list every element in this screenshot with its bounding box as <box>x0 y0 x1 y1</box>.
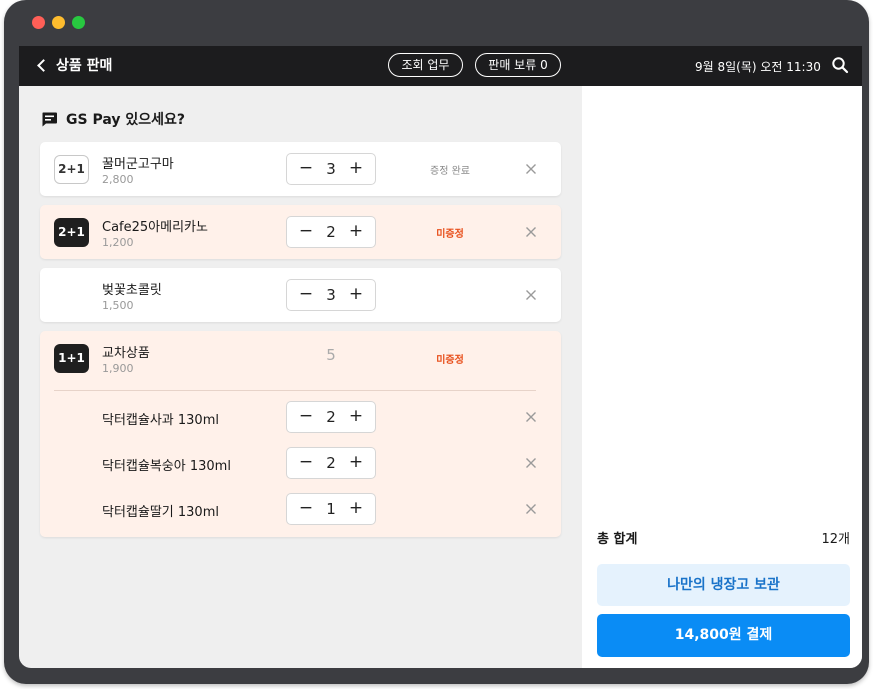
decrease-button[interactable]: − <box>293 280 319 310</box>
remove-item-button[interactable] <box>523 224 539 240</box>
increase-button[interactable]: + <box>343 494 369 524</box>
gift-status: 미증정 <box>436 229 464 240</box>
close-icon <box>526 412 536 422</box>
back-button[interactable]: 상품 판매 <box>35 55 112 75</box>
cart-item: 2+1 꿀머군고구마 2,800 − 3 + 증정 완료 <box>40 142 561 196</box>
product-name: 닥터캡슐사과 130ml <box>102 413 219 428</box>
remove-item-button[interactable] <box>523 287 539 303</box>
quantity-stepper: − 1 + <box>286 493 376 525</box>
quantity-stepper: − 2 + <box>286 401 376 433</box>
minimize-window-button[interactable] <box>52 16 65 29</box>
decrease-button[interactable]: − <box>293 402 319 432</box>
close-icon <box>526 504 536 514</box>
close-icon <box>526 164 536 174</box>
product-name: 닥터캡슐복숭아 130ml <box>102 459 231 474</box>
product-price: 1,500 <box>102 299 134 312</box>
promo-badge: 2+1 <box>54 218 89 247</box>
datetime: 9월 8일(목) 오전 11:30 <box>695 60 821 74</box>
increase-button[interactable]: + <box>343 402 369 432</box>
quantity-value: 2 <box>326 454 336 472</box>
gift-status: 미증정 <box>436 355 464 366</box>
product-name: 닥터캡슐딸기 130ml <box>102 505 219 520</box>
group-quantity: 5 <box>326 346 336 364</box>
decrease-button[interactable]: − <box>293 217 319 247</box>
window-controls <box>32 16 85 29</box>
promo-badge: 2+1 <box>54 155 89 184</box>
product-price: 1,900 <box>102 362 134 375</box>
quantity-stepper: − 2 + <box>286 216 376 248</box>
total-label: 총 합계 <box>597 532 638 547</box>
decrease-button[interactable]: − <box>293 154 319 184</box>
cart-item: 2+1 Cafe25아메리카노 1,200 − 2 + 미증정 <box>40 205 561 259</box>
sub-item: 닥터캡슐복숭아 130ml − 2 + <box>40 440 561 486</box>
gs-pay-text: GS Pay 있으세요? <box>66 112 185 128</box>
cart-list: GS Pay 있으세요? 2+1 꿀머군고구마 2,800 − 3 + 증정 완… <box>19 86 582 668</box>
close-icon <box>526 227 536 237</box>
product-name: 꿀머군고구마 <box>102 157 174 172</box>
fridge-storage-button[interactable]: 나만의 냉장고 보관 <box>597 564 850 606</box>
remove-item-button[interactable] <box>523 161 539 177</box>
quantity-value: 2 <box>326 223 336 241</box>
increase-button[interactable]: + <box>343 154 369 184</box>
chat-icon <box>42 112 57 127</box>
quantity-value: 3 <box>326 286 336 304</box>
remove-item-button[interactable] <box>523 455 539 471</box>
quantity-value: 1 <box>326 500 336 518</box>
decrease-button[interactable]: − <box>293 494 319 524</box>
product-price: 1,200 <box>102 236 134 249</box>
pay-button[interactable]: 14,800원 결제 <box>597 614 850 657</box>
remove-item-button[interactable] <box>523 409 539 425</box>
sub-item: 닥터캡슐사과 130ml − 2 + <box>40 394 561 440</box>
increase-button[interactable]: + <box>343 448 369 478</box>
device-frame: 상품 판매 조회 업무 판매 보류 0 9월 8일(목) 오전 11:30 GS… <box>4 0 869 684</box>
maximize-window-button[interactable] <box>72 16 85 29</box>
decrease-button[interactable]: − <box>293 448 319 478</box>
chevron-left-icon <box>37 58 50 72</box>
sub-item: 닥터캡슐딸기 130ml − 1 + <box>40 486 561 532</box>
top-bar: 상품 판매 조회 업무 판매 보류 0 9월 8일(목) 오전 11:30 <box>19 46 862 86</box>
product-name: Cafe25아메리카노 <box>102 220 208 235</box>
close-icon <box>526 458 536 468</box>
product-price: 2,800 <box>102 173 134 186</box>
summary-panel: 총 합계 12개 나만의 냉장고 보관 14,800원 결제 <box>582 86 862 668</box>
app-screen: 상품 판매 조회 업무 판매 보류 0 9월 8일(목) 오전 11:30 GS… <box>19 46 862 668</box>
increase-button[interactable]: + <box>343 217 369 247</box>
gift-status: 증정 완료 <box>430 166 470 177</box>
cart-item: 벚꽃초콜릿 1,500 − 3 + <box>40 268 561 322</box>
increase-button[interactable]: + <box>343 280 369 310</box>
total-count: 12개 <box>821 532 850 547</box>
product-name: 교차상품 <box>102 346 150 361</box>
cart-item-group: 1+1 교차상품 1,900 5 미증정 닥터캡슐사과 130ml − 2 + <box>40 331 561 537</box>
page-title: 상품 판매 <box>56 58 113 74</box>
close-icon <box>526 290 536 300</box>
quantity-value: 2 <box>326 408 336 426</box>
product-name: 벚꽃초콜릿 <box>102 283 162 298</box>
quantity-stepper: − 3 + <box>286 153 376 185</box>
inquiry-button[interactable]: 조회 업무 <box>388 53 463 77</box>
quantity-value: 3 <box>326 160 336 178</box>
remove-item-button[interactable] <box>523 501 539 517</box>
promo-badge: 1+1 <box>54 344 89 373</box>
sales-hold-button[interactable]: 판매 보류 0 <box>475 53 561 77</box>
close-window-button[interactable] <box>32 16 45 29</box>
gs-pay-prompt[interactable]: GS Pay 있으세요? <box>41 109 185 129</box>
quantity-stepper: − 3 + <box>286 279 376 311</box>
divider <box>54 390 536 391</box>
search-icon[interactable] <box>831 56 849 74</box>
quantity-stepper: − 2 + <box>286 447 376 479</box>
